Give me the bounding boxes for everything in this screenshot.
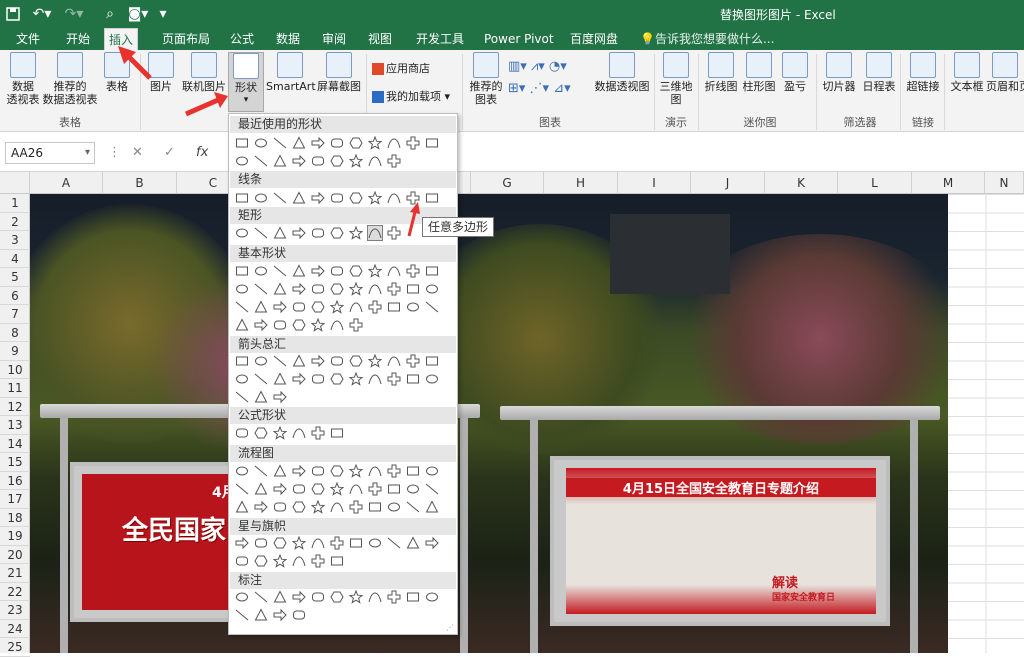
arrow-to-shapes-icon — [184, 97, 220, 117]
annotation-arrows — [118, 46, 420, 237]
arrow-to-freeform-icon — [407, 211, 417, 237]
